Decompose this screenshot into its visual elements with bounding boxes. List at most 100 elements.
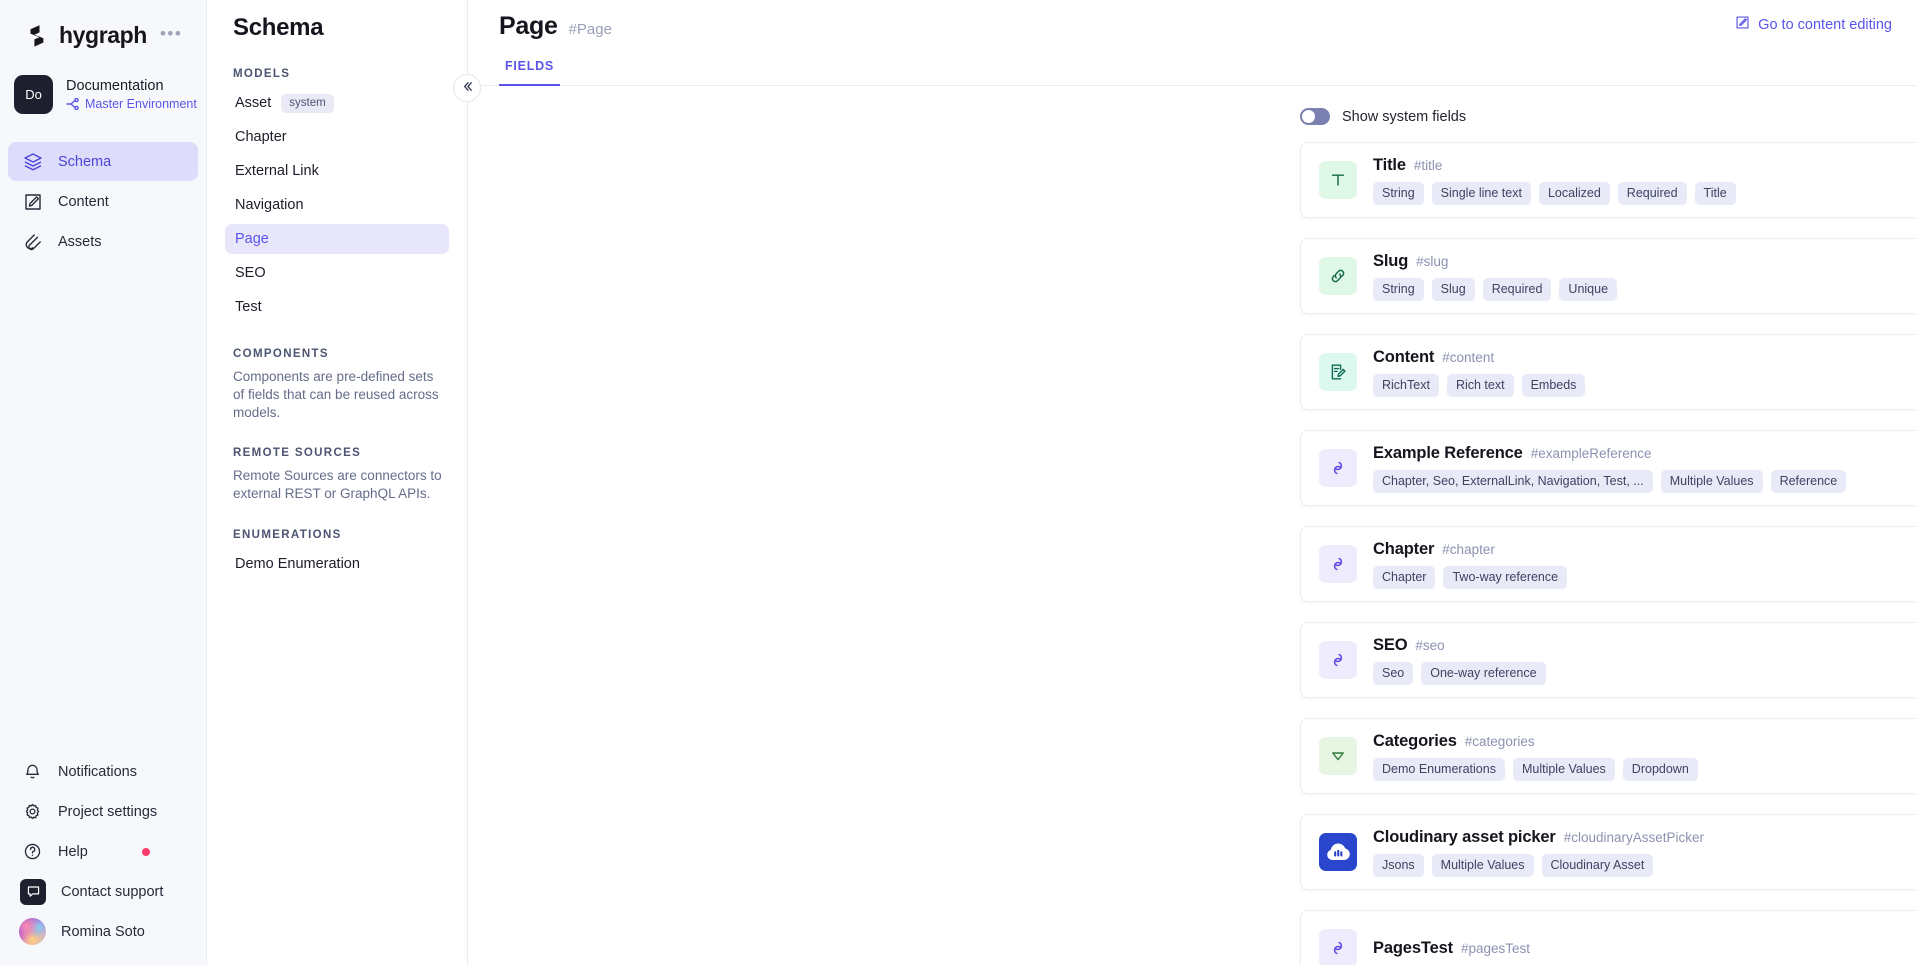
project-title: Documentation [66,78,164,94]
field-card-chapter[interactable]: Chapter #chapter Chapter Two-way referen… [1300,526,1916,602]
toggle-knob [1302,110,1315,123]
field-tag: One-way reference [1421,661,1546,685]
field-card-slug[interactable]: Slug #slug String Slug Required Unique [1300,238,1916,314]
sidebar-item-model-external-link[interactable]: External Link [225,156,449,186]
sidebar-item-notifications[interactable]: Notifications [8,752,198,791]
sidebar-item-enumeration-demo[interactable]: Demo Enumeration [225,549,449,579]
field-card-example-reference[interactable]: Example Reference #exampleReference Chap… [1300,430,1916,506]
field-name: SEO [1373,635,1408,654]
field-heading: Slug #slug [1373,252,1617,271]
model-label: Page [235,231,269,247]
gear-icon [22,801,43,822]
primary-nav: Schema Content Assets [0,142,206,261]
field-api-id: #slug [1416,253,1449,269]
edit-square-icon [1735,15,1750,34]
field-body: SEO #seo Seo One-way reference [1373,636,1546,685]
main-content: Page #Page Go to content editing FIELDS [468,0,1916,965]
field-heading: SEO #seo [1373,636,1546,655]
sidebar-item-assets[interactable]: Assets [8,222,198,261]
collapse-sidebar-button[interactable] [453,74,481,102]
brand[interactable]: hygraph ••• [0,0,206,49]
go-to-content-editing-link[interactable]: Go to content editing [1735,15,1892,34]
field-name: Title [1373,155,1406,174]
dropdown-triangle-icon [1319,737,1357,775]
page-title: Schema [233,14,324,41]
field-name: Content [1373,347,1435,366]
field-tag: Required [1617,181,1687,205]
field-body: Title #title String Single line text Loc… [1373,156,1736,205]
field-name: Slug [1373,251,1409,270]
paperclip-icon [22,231,43,252]
avatar [19,918,46,945]
sidebar-item-label: Project settings [58,803,158,820]
project-environment[interactable]: Master Environment [66,97,197,111]
model-label: Navigation [235,197,304,213]
field-tag: Seo [1373,661,1414,685]
field-tag: String [1373,277,1424,301]
field-tag: Chapter, Seo, ExternalLink, Navigation, … [1373,469,1653,493]
field-tag: Multiple Values [1431,853,1534,877]
enumeration-label: Demo Enumeration [235,556,360,573]
reference-rings-icon [1319,449,1357,487]
sidebar-item-content[interactable]: Content [8,182,198,221]
sidebar-item-label: Assets [58,233,102,250]
brand-name: hygraph [59,22,147,48]
sidebar-item-contact-support[interactable]: Contact support [8,872,198,911]
tab-fields[interactable]: FIELDS [499,59,560,86]
field-card-categories[interactable]: Categories #categories Demo Enumerations… [1300,718,1916,794]
show-system-fields-toggle[interactable] [1300,108,1330,125]
sidebar-item-schema[interactable]: Schema [8,142,198,181]
field-tags: Seo One-way reference [1373,661,1546,685]
status-badge: system [281,93,334,113]
sidebar-item-label: Notifications [58,763,137,780]
field-body: Content #content RichText Rich text Embe… [1373,347,1586,397]
field-api-id: #cloudinaryAssetPicker [1563,829,1705,845]
cloudinary-icon [1319,833,1357,871]
primary-sidebar: hygraph ••• Do Documentation Master Envi… [0,0,207,965]
sidebar-item-model-chapter[interactable]: Chapter [225,122,449,152]
field-card-pages-test[interactable]: PagesTest #pagesTest [1300,910,1916,965]
sidebar-item-model-page[interactable]: Page [225,224,449,254]
field-body: Categories #categories Demo Enumerations… [1373,732,1698,781]
field-tag: String [1373,181,1424,205]
brand-more-icon[interactable]: ••• [160,25,182,42]
field-api-id: #exampleReference [1530,445,1652,461]
main-header: Page #Page Go to content editing FIELDS [468,0,1916,86]
reference-rings-icon [1319,929,1357,965]
field-api-id: #title [1413,157,1443,173]
sidebar-item-model-asset[interactable]: Asset system [225,88,449,118]
field-tag: Required [1482,277,1552,301]
field-api-id: #seo [1415,637,1445,653]
field-tag: Demo Enumerations [1373,757,1505,781]
sidebar-item-model-seo[interactable]: SEO [225,258,449,288]
sidebar-item-label: Content [58,193,109,210]
sidebar-item-model-navigation[interactable]: Navigation [225,190,449,220]
field-tags: String Single line text Localized Requir… [1373,181,1736,205]
field-card-title[interactable]: Title #title String Single line text Loc… [1300,142,1916,218]
model-title: Page [499,12,558,40]
field-tags: RichText Rich text Embeds [1373,373,1586,397]
show-system-fields-label: Show system fields [1342,108,1467,125]
sidebar-item-help[interactable]: Help [8,832,198,871]
model-label: SEO [235,265,266,281]
hygraph-logo-icon [24,23,50,49]
field-tag: Multiple Values [1660,469,1763,493]
field-body: Slug #slug String Slug Required Unique [1373,252,1618,301]
sidebar-item-user-account[interactable]: Romina Soto [8,912,198,951]
tab-bar: FIELDS [468,57,1916,86]
sidebar-item-label: Romina Soto [61,923,145,940]
model-api-id: #Page [568,21,612,38]
field-card-cloudinary-asset-picker[interactable]: Cloudinary asset picker #cloudinaryAsset… [1300,814,1916,890]
sidebar-item-model-test[interactable]: Test [225,292,449,322]
project-switcher[interactable]: Do Documentation Master Environment [0,49,206,114]
schema-sidebar: Schema MODELS Asset system Chapter Exter… [207,0,481,965]
field-card-seo[interactable]: SEO #seo Seo One-way reference [1300,622,1916,698]
field-tags: Chapter, Seo, ExternalLink, Navigation, … [1373,469,1847,493]
field-heading: Chapter #chapter [1373,540,1567,559]
field-tag: Localized [1538,181,1610,205]
field-card-content[interactable]: Content #content RichText Rich text Embe… [1300,334,1916,410]
sidebar-item-project-settings[interactable]: Project settings [8,792,198,831]
model-label: Asset [235,95,272,111]
field-tag: Title [1694,181,1736,205]
field-api-id: #content [1442,349,1495,365]
